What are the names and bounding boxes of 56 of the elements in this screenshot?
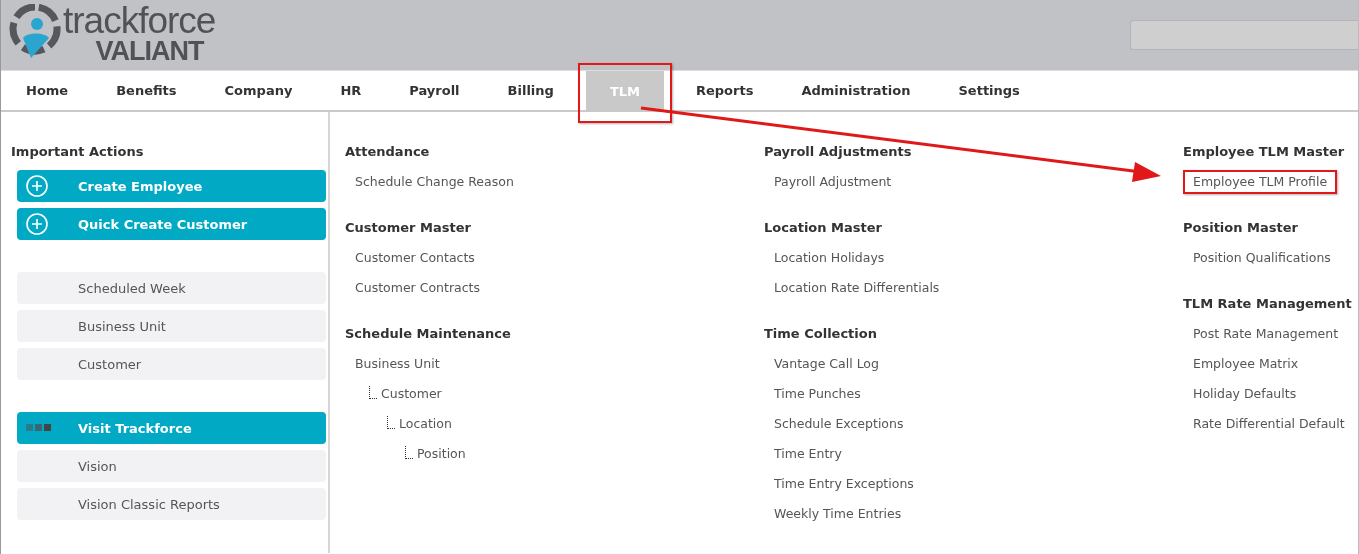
action-button[interactable]: Scheduled Week — [17, 272, 326, 304]
menu-link[interactable]: Post Rate Management — [1193, 326, 1339, 342]
plus-circle-icon — [26, 213, 48, 235]
tree-connector — [387, 416, 395, 429]
menu-link[interactable]: Time Entry Exceptions — [774, 476, 914, 492]
group-heading: Payroll Adjustments — [764, 144, 913, 158]
menu-link[interactable]: Customer — [381, 386, 442, 402]
action-button[interactable]: Business Unit — [17, 310, 326, 342]
menu-link[interactable]: Weekly Time Entries — [774, 506, 902, 522]
menu-link[interactable]: Customer Contacts — [355, 250, 475, 266]
nav-tab[interactable]: Company — [200, 71, 317, 110]
menu-link[interactable]: Customer Contracts — [355, 280, 480, 296]
nav-tab[interactable]: Benefits — [92, 71, 201, 110]
nav-tab[interactable]: Billing — [483, 71, 578, 110]
nav-tab[interactable]: Reports — [671, 71, 778, 110]
menu-link[interactable]: Holiday Defaults — [1193, 386, 1297, 402]
nav-tab[interactable]: Administration — [777, 71, 935, 110]
action-button[interactable]: Vision Classic Reports — [17, 488, 326, 520]
action-button[interactable]: Customer — [17, 348, 326, 380]
menu-link[interactable]: Rate Differential Default — [1193, 416, 1345, 432]
menu-link[interactable]: Position Qualifications — [1193, 250, 1331, 266]
plus-circle-icon — [26, 175, 48, 197]
menu-link[interactable]: Schedule Exceptions — [774, 416, 904, 432]
logo-wordmark: trackforce — [63, 4, 216, 38]
menu-link[interactable]: Location — [399, 416, 452, 432]
action-button[interactable]: Vision — [17, 450, 326, 482]
group-heading: Location Master — [764, 220, 883, 234]
menu-link[interactable]: Business Unit — [355, 356, 440, 372]
logo-product-name: VALIANT — [95, 38, 204, 64]
menu-link[interactable]: Employee TLM Profile — [1193, 174, 1328, 190]
tree-connector — [405, 446, 413, 459]
group-heading: Time Collection — [764, 326, 878, 340]
menu-link[interactable]: Location Holidays — [774, 250, 885, 266]
group-heading: Position Master — [1183, 220, 1299, 234]
section-title: Important Actions — [11, 144, 145, 158]
nav-tab[interactable]: Payroll — [385, 71, 484, 110]
menu-link[interactable]: Vantage Call Log — [774, 356, 879, 372]
nav-tab[interactable]: Home — [2, 71, 93, 110]
nav-tab[interactable]: Settings — [934, 71, 1044, 110]
group-heading: TLM Rate Management — [1183, 296, 1352, 310]
menu-link[interactable]: Time Punches — [774, 386, 861, 402]
nav-tab[interactable]: HR — [316, 71, 386, 110]
search-field[interactable] — [1130, 20, 1358, 50]
group-heading: Attendance — [345, 144, 431, 158]
menu-link[interactable]: Employee Matrix — [1193, 356, 1299, 372]
menu-link[interactable]: Payroll Adjustment — [774, 174, 892, 190]
group-heading: Employee TLM Master — [1183, 144, 1346, 158]
pin-logo-icon — [9, 4, 61, 60]
menu-link[interactable]: Schedule Change Reason — [355, 174, 514, 190]
squares-icon — [26, 424, 52, 432]
group-heading: Schedule Maintenance — [345, 326, 512, 340]
menu-link[interactable]: Location Rate Differentials — [774, 280, 940, 296]
tree-connector — [369, 386, 377, 399]
menu-link[interactable]: Position — [417, 446, 466, 462]
group-heading: Customer Master — [345, 220, 472, 234]
menu-link[interactable]: Time Entry — [774, 446, 842, 462]
